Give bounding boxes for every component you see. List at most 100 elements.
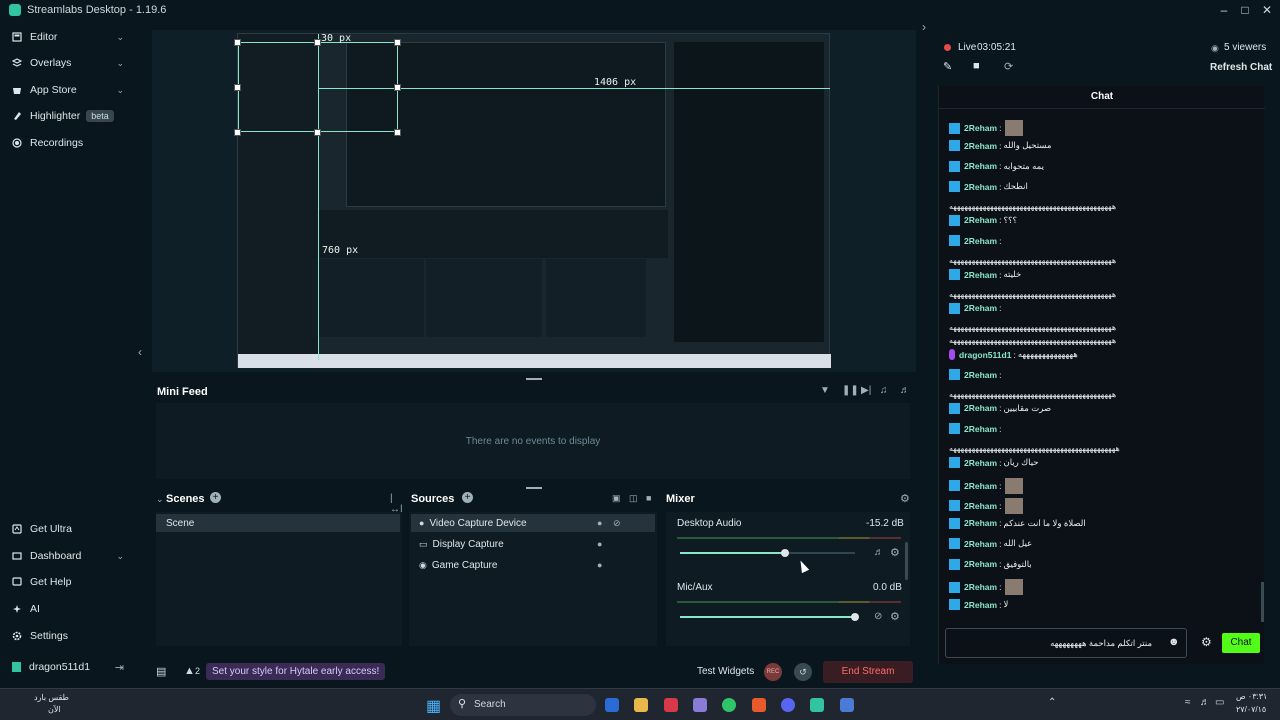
task-view-icon[interactable] <box>605 698 619 712</box>
chat-username[interactable]: 2Reham <box>964 161 997 171</box>
app-icon[interactable] <box>664 698 678 712</box>
volume-knob[interactable] <box>781 549 789 557</box>
emoji-icon[interactable]: ☻ <box>1168 636 1180 648</box>
nav-item-get-ultra[interactable]: Get Ultra <box>0 516 138 542</box>
nav-item-dashboard[interactable]: Dashboard ⌄ <box>0 543 138 569</box>
chat-username[interactable]: 2Reham <box>964 303 997 313</box>
replay-buffer-icon[interactable]: ↺ <box>794 663 812 681</box>
chat-username[interactable]: 2Reham <box>964 123 997 133</box>
resize-handle[interactable] <box>234 39 241 46</box>
chevron-up-icon[interactable]: ⌃ <box>1048 697 1056 708</box>
nav-item-recordings[interactable]: Recordings <box>0 130 138 156</box>
nav-item-settings[interactable]: Settings <box>0 623 138 649</box>
nav-item-ai[interactable]: AI <box>0 596 138 622</box>
chat-username[interactable]: 2Reham <box>964 403 997 413</box>
speaker-icon[interactable]: ♬ <box>874 547 884 558</box>
share-icon[interactable]: ⟳ <box>1004 60 1013 73</box>
chat-settings-icon[interactable]: ⚙ <box>1201 635 1212 649</box>
chat-username[interactable]: 2Reham <box>964 582 997 592</box>
wifi-icon[interactable]: ≈ <box>1185 697 1191 708</box>
logout-icon[interactable]: ⇥ <box>115 661 124 674</box>
chat-username[interactable]: 2Reham <box>964 481 997 491</box>
resize-handle[interactable] <box>234 129 241 136</box>
gear-icon[interactable]: ⚙ <box>900 492 910 505</box>
app-icon[interactable] <box>693 698 707 712</box>
chat-username[interactable]: 2Reham <box>964 236 997 246</box>
volume-slider[interactable] <box>680 552 855 554</box>
resize-grip[interactable] <box>526 487 542 489</box>
chat-username[interactable]: 2Reham <box>964 215 997 225</box>
resize-grip[interactable] <box>526 378 542 380</box>
record-button[interactable]: REC <box>764 663 782 681</box>
edit-stream-icon[interactable]: ✎ <box>943 60 952 73</box>
chat-input[interactable]: منتر اتكلم مداحمة ههههههههه ☻ <box>945 628 1187 658</box>
nav-item-get-help[interactable]: Get Help <box>0 569 138 595</box>
refresh-chat-button[interactable]: Refresh Chat <box>1210 62 1272 73</box>
nav-item-user[interactable]: dragon511d1 ⇥ <box>0 654 138 680</box>
chat-username[interactable]: 2Reham <box>964 424 997 434</box>
send-chat-button[interactable]: Chat <box>1222 633 1260 653</box>
maximize-button[interactable]: □ <box>1234 0 1256 20</box>
whatsapp-icon[interactable] <box>722 698 736 712</box>
gear-icon[interactable]: ⚙ <box>890 546 900 559</box>
chat-username[interactable]: 2Reham <box>964 370 997 380</box>
resize-handle[interactable] <box>394 39 401 46</box>
volume-icon[interactable]: ♬ <box>900 385 910 396</box>
file-explorer-icon[interactable] <box>634 698 648 712</box>
expand-chat-icon[interactable]: › <box>922 20 926 34</box>
pause-icon[interactable]: ❚❚ <box>842 385 859 396</box>
add-scene-icon[interactable]: + <box>210 492 221 503</box>
end-stream-button[interactable]: End Stream <box>823 661 913 683</box>
nav-item-highlighter[interactable]: Highlighter beta <box>0 103 138 129</box>
resize-handle[interactable] <box>314 39 321 46</box>
alert-icon[interactable]: ▲ <box>184 665 195 677</box>
nav-item-app-store[interactable]: App Store ⌄ <box>0 77 138 103</box>
chevron-down-icon[interactable]: ⌄ <box>156 494 164 505</box>
lock-icon[interactable]: ● <box>597 518 602 528</box>
discord-icon[interactable] <box>781 698 795 712</box>
collapse-left-icon[interactable]: ‹ <box>138 345 142 359</box>
add-source-icon[interactable]: + <box>462 492 473 503</box>
nav-item-overlays[interactable]: Overlays ⌄ <box>0 50 138 76</box>
app-icon[interactable] <box>840 698 854 712</box>
chat-username[interactable]: 2Reham <box>964 600 997 610</box>
mute-alerts-icon[interactable]: ♫ <box>880 385 888 396</box>
test-widgets-button[interactable]: Test Widgets <box>697 666 754 677</box>
resize-handle[interactable] <box>394 129 401 136</box>
group-icon[interactable]: ◫ <box>629 493 638 504</box>
chat-username[interactable]: 2Reham <box>964 141 997 151</box>
windows-start-icon[interactable]: ▦ <box>426 696 441 716</box>
chat-username[interactable]: 2Reham <box>964 458 997 468</box>
volume-knob[interactable] <box>851 613 859 621</box>
source-item[interactable]: ● Video Capture Device ● ⊘ <box>411 514 655 532</box>
chat-username[interactable]: 2Reham <box>964 501 997 511</box>
chat-username[interactable]: 2Reham <box>964 559 997 569</box>
stats-icon[interactable]: ▤ <box>156 665 166 678</box>
resize-handle[interactable] <box>234 84 241 91</box>
skip-icon[interactable]: ▶| <box>861 385 871 396</box>
chat-username[interactable]: 2Reham <box>964 539 997 549</box>
weather-text[interactable]: طقس بارد <box>34 693 69 702</box>
resize-handle[interactable] <box>314 129 321 136</box>
streamlabs-icon[interactable] <box>810 698 824 712</box>
display-capture-source[interactable]: 30 px 1406 px 760 px <box>234 33 831 368</box>
scene-item[interactable]: Scene <box>156 514 400 532</box>
chat-username[interactable]: 2Reham <box>964 270 997 280</box>
chat-username[interactable]: dragon511d1 <box>959 350 1011 360</box>
brave-icon[interactable] <box>752 698 766 712</box>
chat-username[interactable]: 2Reham <box>964 182 997 192</box>
promo-banner[interactable]: Set your style for Hytale early access! <box>206 663 386 680</box>
nav-item-editor[interactable]: Editor ⌄ <box>0 24 138 50</box>
folder-icon[interactable]: ■ <box>646 493 651 503</box>
close-button[interactable]: ✕ <box>1256 0 1278 20</box>
source-item[interactable]: ▭ Display Capture ● <box>411 535 655 553</box>
volume-slider[interactable] <box>680 616 855 618</box>
filter-icon[interactable]: ▼ <box>820 385 830 396</box>
gear-icon[interactable]: ⚙ <box>890 610 900 623</box>
speaker-icon[interactable]: ♬ <box>1200 697 1210 708</box>
chat-scrollbar[interactable] <box>1261 582 1264 622</box>
minimize-button[interactable]: – <box>1213 0 1235 20</box>
stream-info-icon[interactable]: ■ <box>973 60 980 72</box>
source-item[interactable]: ◉ Game Capture ● <box>411 556 655 574</box>
taskbar-search[interactable]: ⚲ Search <box>450 694 596 716</box>
